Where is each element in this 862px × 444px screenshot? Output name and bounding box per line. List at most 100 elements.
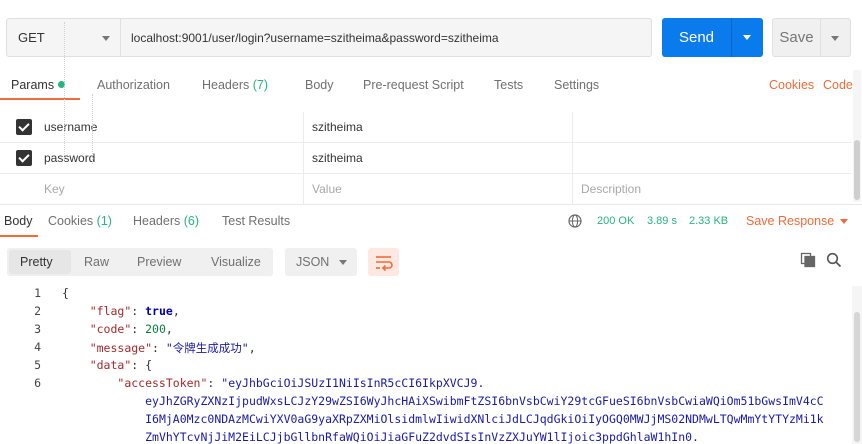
- status-code[interactable]: 200 OK: [597, 215, 634, 227]
- line-content: "data": {: [89, 358, 153, 372]
- code-line: 2 "flag": true,: [0, 304, 850, 322]
- tab-resp-headers-count: (6): [183, 214, 200, 228]
- tab-body[interactable]: Body: [305, 78, 334, 92]
- checkbox-checked-icon[interactable]: [16, 150, 32, 166]
- line-number: 2: [34, 304, 41, 318]
- line-content: I6MjA0Mzc0NDAzMCwiYXV0aG9yaXRpZXMiOlsidm…: [145, 412, 824, 426]
- search-icon[interactable]: [826, 252, 842, 268]
- scrollbar-thumb[interactable]: [854, 140, 860, 200]
- tab-params[interactable]: Params: [11, 78, 66, 92]
- line-content: ZmVhYTcvNjJiM2EiLCJjbGllbnRfaWQiOiJiaGFu…: [145, 430, 699, 444]
- scrollbar-thumb[interactable]: [854, 312, 860, 442]
- tab-response-body[interactable]: Body: [4, 214, 33, 228]
- cookies-link[interactable]: Cookies: [769, 78, 814, 92]
- tab-authorization[interactable]: Authorization: [97, 78, 170, 92]
- save-button[interactable]: Save: [772, 18, 851, 57]
- code-line: ZmVhYTcvNjJiM2EiLCJjbGllbnRfaWQiOiJiaGFu…: [0, 430, 850, 444]
- chevron-down-icon: [743, 35, 751, 40]
- line-content: "flag": true,: [89, 304, 180, 318]
- line-number: 6: [34, 376, 41, 390]
- request-scrollbar[interactable]: [853, 70, 861, 202]
- indent-guide: [92, 94, 93, 164]
- code-line: 6 "accessToken": "eyJhbGciOiJSUzI1NiIsIn…: [0, 376, 850, 394]
- request-bar: GET localhost:9001/user/login?username=s…: [6, 18, 652, 57]
- view-pretty[interactable]: Pretty: [20, 255, 53, 269]
- send-button[interactable]: Send: [662, 18, 763, 57]
- view-preview[interactable]: Preview: [137, 255, 181, 269]
- view-raw[interactable]: Raw: [84, 255, 109, 269]
- line-number: 1: [34, 286, 41, 300]
- save-label: Save: [773, 19, 821, 56]
- copy-icon[interactable]: [800, 252, 816, 268]
- wrap-lines-icon: [376, 256, 393, 272]
- save-response-button[interactable]: Save Response: [746, 214, 849, 228]
- code-line: eyJhZGRyZXNzIjpudWxsLCJzY29wZSI6WyJhcHAi…: [0, 394, 850, 412]
- tab-tests[interactable]: Tests: [494, 78, 523, 92]
- chevron-down-icon: [102, 36, 110, 41]
- code-line: 5 "data": {: [0, 358, 850, 376]
- param-key-input[interactable]: Key: [0, 174, 304, 204]
- key-placeholder: Key: [44, 182, 65, 196]
- tab-headers-count: (7): [252, 78, 269, 92]
- code-line: 3 "code": 200,: [0, 322, 850, 340]
- tab-headers[interactable]: Headers (7): [202, 78, 268, 92]
- param-value-cell[interactable]: szitheima: [304, 112, 573, 142]
- tab-resp-headers-label: Headers: [133, 214, 181, 228]
- view-visualize[interactable]: Visualize: [211, 255, 261, 269]
- method-label: GET: [18, 30, 45, 45]
- response-scrollbar[interactable]: [852, 286, 862, 444]
- param-description-cell[interactable]: [573, 143, 852, 173]
- table-row: password szitheima: [0, 143, 852, 174]
- save-dropdown[interactable]: [821, 19, 850, 56]
- response-time[interactable]: 3.89 s: [647, 215, 677, 227]
- param-key-cell[interactable]: username: [0, 112, 304, 142]
- send-label: Send: [662, 18, 732, 57]
- chevron-down-icon: [831, 36, 839, 41]
- globe-icon[interactable]: [568, 214, 582, 228]
- tab-response-cookies[interactable]: Cookies (1): [48, 214, 112, 228]
- chevron-down-icon: [840, 219, 849, 224]
- tab-cookies-label: Cookies: [48, 214, 94, 228]
- line-content: "message": "令牌生成成功",: [89, 341, 256, 355]
- param-value: szitheima: [312, 151, 363, 165]
- response-body-code[interactable]: 1{2 "flag": true, 3 "code": 200, 4 "messag…: [0, 286, 850, 444]
- param-description-cell[interactable]: [573, 112, 852, 142]
- format-label: JSON: [296, 255, 330, 269]
- param-value-input[interactable]: Value: [304, 174, 573, 204]
- send-dropdown[interactable]: [732, 18, 763, 57]
- save-response-label: Save Response: [746, 214, 835, 228]
- param-key-cell[interactable]: password: [0, 143, 304, 173]
- tab-pre-request-script[interactable]: Pre-request Script: [363, 78, 464, 92]
- description-placeholder: Description: [581, 182, 642, 196]
- format-select[interactable]: JSON: [285, 248, 357, 276]
- wrap-lines-button[interactable]: [368, 248, 399, 276]
- tab-settings[interactable]: Settings: [554, 78, 599, 92]
- code-line: 1{: [0, 286, 850, 304]
- param-value: szitheima: [312, 120, 363, 134]
- response-tabs: Body Cookies (1) Headers (6) Test Result…: [0, 205, 862, 237]
- param-key: username: [44, 120, 98, 134]
- chevron-down-icon: [339, 260, 347, 265]
- code-line: 4 "message": "令牌生成成功",: [0, 340, 850, 358]
- view-mode-bar: Pretty Raw Preview Visualize: [7, 248, 273, 276]
- tab-cookies-count: (1): [96, 214, 112, 228]
- tab-test-results[interactable]: Test Results: [222, 214, 290, 228]
- tab-response-headers[interactable]: Headers (6): [133, 214, 199, 228]
- code-link[interactable]: Code: [823, 78, 853, 92]
- line-content: {: [62, 286, 69, 300]
- tab-headers-label: Headers: [202, 78, 250, 92]
- line-content: "accessToken": "eyJhbGciOiJSUzI1NiIsInR5…: [117, 376, 485, 390]
- line-number: 3: [34, 322, 41, 336]
- code-line: I6MjA0Mzc0NDAzMCwiYXV0aG9yaXRpZXMiOlsidm…: [0, 412, 850, 430]
- url-input[interactable]: localhost:9001/user/login?username=szith…: [121, 19, 651, 56]
- table-row: username szitheima: [0, 112, 852, 143]
- checkbox-checked-icon[interactable]: [16, 119, 32, 135]
- response-size[interactable]: 2.33 KB: [689, 215, 728, 227]
- indent-guide: [64, 22, 65, 162]
- param-description-input[interactable]: Description: [573, 174, 852, 204]
- value-placeholder: Value: [312, 182, 342, 196]
- param-value-cell[interactable]: szitheima: [304, 143, 573, 173]
- line-content: eyJhZGRyZXNzIjpudWxsLCJzY29wZSI6WyJhcHAi…: [145, 394, 824, 408]
- request-tabs: Params Authorization Headers (7) Body Pr…: [0, 70, 862, 100]
- active-tab-indicator: [0, 98, 80, 100]
